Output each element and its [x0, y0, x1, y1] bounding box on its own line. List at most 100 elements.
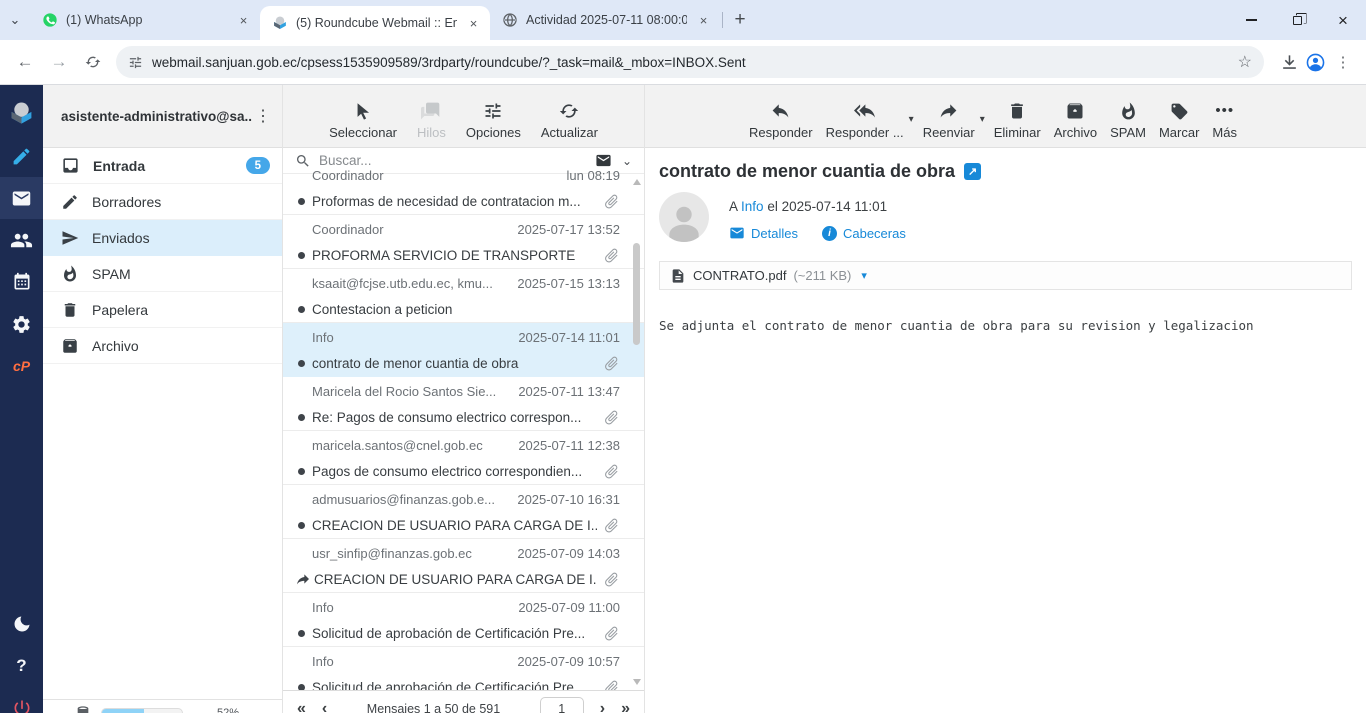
message-list-item[interactable]: Info 2025-07-14 11:01 contrato de menor … — [283, 323, 644, 377]
page-number-input[interactable] — [540, 697, 584, 713]
tab-close-icon[interactable]: × — [235, 12, 252, 29]
rail-calendar-button[interactable] — [0, 261, 43, 303]
message-list-item[interactable]: Coordinador lun 08:19 Proformas de neces… — [283, 161, 644, 215]
reply-all-button[interactable]: Responder ... — [826, 100, 904, 140]
pagination-bar: « ‹ Mensajes 1 a 50 de 591 › » — [283, 690, 644, 713]
threads-button[interactable]: Hilos — [417, 101, 446, 140]
inbox-icon — [61, 156, 80, 175]
site-settings-icon[interactable] — [128, 55, 143, 70]
last-page-button[interactable]: » — [621, 700, 630, 713]
tab-roundcube[interactable]: (5) Roundcube Webmail :: Envia × — [260, 6, 490, 40]
back-button[interactable]: ← — [8, 45, 42, 79]
delete-label: Eliminar — [994, 125, 1041, 140]
attachment-menu-caret-icon[interactable]: ▾ — [861, 269, 867, 282]
reload-button[interactable] — [76, 45, 110, 79]
reply-button[interactable]: Responder — [749, 100, 813, 140]
rail-compose-button[interactable] — [0, 135, 43, 177]
message-date: 2025-07-11 13:47 — [518, 384, 620, 399]
scrollbar-down-icon[interactable] — [633, 679, 641, 685]
options-button[interactable]: Opciones — [466, 101, 521, 140]
sidebar-item-archivo[interactable]: Archivo — [43, 328, 282, 364]
message-list-item[interactable]: usr_sinfip@finanzas.gob.ec 2025-07-09 14… — [283, 539, 644, 593]
first-page-button[interactable]: « — [297, 700, 306, 713]
rail-mail-button[interactable] — [0, 177, 43, 219]
rail-contacts-button[interactable] — [0, 219, 43, 261]
reply-icon — [770, 100, 791, 121]
forward-button[interactable]: → — [42, 45, 76, 79]
url-text[interactable]: webmail.sanjuan.gob.ec/cpsess1535909589/… — [152, 55, 1230, 70]
contacts-icon — [10, 229, 33, 252]
delete-button[interactable]: Eliminar — [994, 101, 1041, 140]
url-bar[interactable]: webmail.sanjuan.gob.ec/cpsess1535909589/… — [116, 46, 1264, 78]
sidebar-item-borradores[interactable]: Borradores — [43, 184, 282, 220]
list-scrollbar[interactable] — [630, 177, 644, 687]
attachment-icon — [599, 513, 623, 537]
message-list-item[interactable]: maricela.santos@cnel.gob.ec 2025-07-11 1… — [283, 431, 644, 485]
profile-avatar-icon[interactable] — [1305, 52, 1326, 73]
roundcube-logo — [8, 85, 35, 135]
prev-page-button[interactable]: ‹ — [322, 700, 327, 713]
message-list-item[interactable]: Coordinador 2025-07-17 13:52 PROFORMA SE… — [283, 215, 644, 269]
rail-cpanel-button[interactable]: cP — [0, 345, 43, 387]
message-list-item[interactable]: admusuarios@finanzas.gob.e... 2025-07-10… — [283, 485, 644, 539]
details-label: Detalles — [751, 226, 798, 241]
tab-actividad[interactable]: Actividad 2025-07-11 08:00:00 × — [490, 0, 720, 40]
reply-label: Responder — [749, 125, 813, 140]
message-date: 2025-07-09 10:57 — [517, 654, 620, 669]
account-email: asistente-administrativo@sa... — [61, 109, 252, 124]
refresh-button[interactable]: Actualizar — [541, 101, 598, 140]
reply-all-caret-icon[interactable]: ▾ — [909, 114, 914, 125]
recipient-link[interactable]: Info — [741, 199, 764, 214]
downloads-icon[interactable] — [1280, 53, 1299, 72]
app-rail: cP ? — [0, 85, 43, 713]
restore-button[interactable] — [1274, 0, 1320, 40]
tab-whatsapp[interactable]: (1) WhatsApp × — [30, 0, 260, 40]
pointer-icon — [354, 102, 373, 121]
sidebar-item-spam[interactable]: SPAM — [43, 256, 282, 292]
more-button[interactable]: ••• Más — [1212, 101, 1237, 140]
scrollbar-thumb[interactable] — [633, 243, 640, 345]
attachment-name[interactable]: CONTRATO.pdf — [693, 268, 786, 283]
message-list-column: Seleccionar Hilos Opciones Actualizar ⌄ — [283, 85, 645, 713]
headers-toggle[interactable]: i Cabeceras — [822, 226, 906, 241]
archive-button[interactable]: Archivo — [1054, 101, 1097, 140]
message-list-item[interactable]: Info 2025-07-09 11:00 Solicitud de aprob… — [283, 593, 644, 647]
reply-all-label: Responder ... — [826, 125, 904, 140]
attachment-icon — [599, 405, 623, 429]
bookmark-star-icon[interactable]: ☆ — [1238, 52, 1252, 72]
sidebar-item-papelera[interactable]: Papelera — [43, 292, 282, 328]
fire-icon — [61, 265, 79, 283]
message-subject: Solicitud de aprobación de Certificación… — [312, 626, 597, 641]
message-list-item[interactable]: Maricela del Rocio Santos Sie... 2025-07… — [283, 377, 644, 431]
minimize-button[interactable] — [1228, 0, 1274, 40]
forward-button[interactable]: Reenviar — [923, 100, 975, 140]
account-menu-icon[interactable]: ⋮ — [252, 106, 274, 126]
rail-darkmode-button[interactable] — [0, 603, 43, 645]
open-in-new-window-icon[interactable]: ↗ — [964, 163, 981, 180]
sidebar-item-entrada[interactable]: Entrada 5 — [43, 148, 282, 184]
message-list-item[interactable]: ksaait@fcjse.utb.edu.ec, kmu... 2025-07-… — [283, 269, 644, 323]
trash-icon — [1007, 101, 1027, 121]
attachment-size: (~211 KB) — [793, 268, 851, 283]
message-status-dot-icon — [298, 630, 305, 637]
select-button[interactable]: Seleccionar — [329, 102, 397, 140]
tab-close-icon[interactable]: × — [695, 12, 712, 29]
spam-button[interactable]: SPAM — [1110, 102, 1146, 140]
rail-logout-button[interactable] — [0, 687, 43, 713]
browser-menu-icon[interactable]: ⋮ — [1332, 53, 1354, 71]
message-sender: Info — [312, 654, 334, 669]
browser-tab-strip: ⌄ (1) WhatsApp × (5) Roundcube Webmail :… — [0, 0, 1366, 40]
next-page-button[interactable]: › — [600, 700, 605, 713]
attachment-row[interactable]: CONTRATO.pdf (~211 KB) ▾ — [659, 261, 1352, 290]
close-button[interactable]: × — [1320, 0, 1366, 40]
details-toggle[interactable]: Detalles — [729, 225, 798, 241]
new-tab-button[interactable]: + — [725, 5, 755, 35]
rail-help-button[interactable]: ? — [0, 645, 43, 687]
tab-search-button[interactable]: ⌄ — [0, 0, 30, 40]
scrollbar-up-icon[interactable] — [633, 179, 641, 185]
mark-button[interactable]: Marcar — [1159, 102, 1199, 140]
tab-close-icon[interactable]: × — [465, 15, 482, 32]
sidebar-item-enviados[interactable]: Enviados — [43, 220, 282, 256]
rail-settings-button[interactable] — [0, 303, 43, 345]
forward-caret-icon[interactable]: ▾ — [980, 114, 985, 125]
